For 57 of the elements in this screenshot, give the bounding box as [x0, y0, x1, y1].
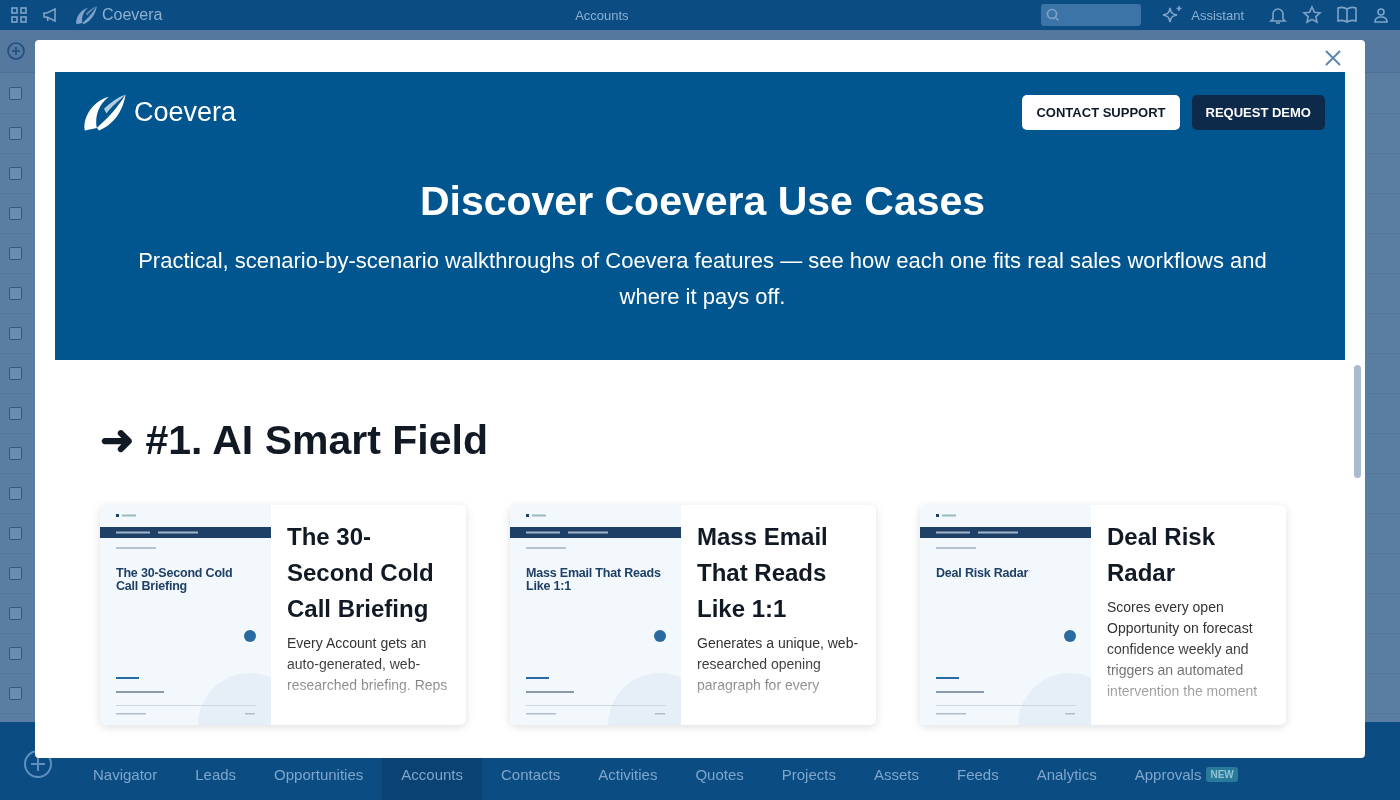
nav-tab[interactable]: Analytics — [1017, 722, 1116, 800]
row-checkbox[interactable] — [9, 447, 22, 460]
card-title[interactable]: The 30-Second Cold Call Briefing — [287, 519, 450, 627]
nav-tab[interactable]: Projects — [762, 722, 855, 800]
row-checkbox[interactable] — [9, 87, 22, 100]
card-description: Scores every open Opportunity on forecast confidence weekly and triggers an automated intervention the moment — [1107, 598, 1259, 701]
thumbnail-title: The 30-Second Cold Call Briefing — [115, 567, 234, 595]
row-checkbox[interactable] — [9, 127, 22, 140]
row-checkbox[interactable] — [9, 567, 22, 580]
hero-subtitle: Practical, scenario-by-scenario walkthroughs of Coevera features — see how each one fits real sales workflows and where it pays off. — [137, 246, 1268, 311]
new-badge: NEW — [1206, 767, 1238, 782]
row-checkbox[interactable] — [9, 647, 22, 660]
brand-name: Coevera — [102, 6, 163, 24]
row-checkbox[interactable] — [9, 207, 22, 220]
row-checkbox[interactable] — [9, 607, 22, 620]
card-title[interactable]: Deal Risk Radar — [1107, 519, 1270, 591]
bell-icon[interactable] — [1268, 5, 1288, 25]
hero-title: Discover Coevera Use Cases — [418, 176, 987, 225]
close-icon — [1323, 48, 1343, 68]
scrollbar-thumb[interactable] — [1354, 365, 1361, 478]
nav-tab[interactable]: Feeds — [937, 722, 1018, 800]
card-description: Generates a unique, web-researched opening paragraph for every — [697, 634, 860, 695]
brand-name: Coevera — [134, 96, 237, 128]
user-icon[interactable] — [1372, 6, 1390, 24]
card-description: Every Account gets an auto-generated, web-researched briefing. Reps — [287, 634, 449, 695]
apps-grid-icon[interactable] — [10, 6, 28, 24]
nav-tab[interactable]: Navigator — [74, 722, 177, 800]
page-title: Accounts — [575, 7, 629, 23]
nav-tab[interactable]: Assets — [854, 722, 938, 800]
row-checkbox[interactable] — [9, 367, 22, 380]
star-icon[interactable] — [1302, 5, 1322, 25]
nav-tab[interactable]: Quotes — [676, 722, 763, 800]
thumbnail-title: Mass Email That Reads Like 1:1 — [525, 567, 662, 595]
nav-tab[interactable]: Contacts — [482, 722, 580, 800]
row-checkbox[interactable] — [9, 687, 22, 700]
row-checkbox[interactable] — [9, 487, 22, 500]
request-button[interactable]: REQUEST DEMO — [1191, 95, 1325, 131]
section-heading: ➜ #1. AI Smart Field — [100, 416, 489, 464]
assistant-button[interactable]: Assistant — [1191, 7, 1244, 23]
row-checkbox[interactable] — [9, 527, 22, 540]
row-checkbox[interactable] — [9, 167, 22, 180]
row-checkbox[interactable] — [9, 287, 22, 300]
row-checkbox[interactable] — [9, 247, 22, 260]
row-checkbox[interactable] — [9, 407, 22, 420]
card-title[interactable]: Mass Email That Reads Like 1:1 — [697, 519, 860, 627]
nav-tab[interactable]: Opportunities — [255, 722, 383, 800]
row-checkbox[interactable] — [9, 327, 22, 340]
thumbnail-title: Deal Risk Radar — [935, 567, 1030, 582]
book-icon[interactable] — [1336, 5, 1358, 25]
support-button[interactable]: CONTACT SUPPORT — [1022, 95, 1180, 131]
nav-tab[interactable]: Activities — [579, 722, 677, 800]
close-button[interactable] — [1323, 48, 1343, 68]
nav-tab[interactable]: Leads — [176, 722, 256, 800]
logo-icon — [74, 4, 98, 26]
sparkle-icon — [1161, 5, 1184, 25]
search-icon — [1046, 8, 1061, 22]
search-field[interactable] — [1041, 4, 1142, 26]
